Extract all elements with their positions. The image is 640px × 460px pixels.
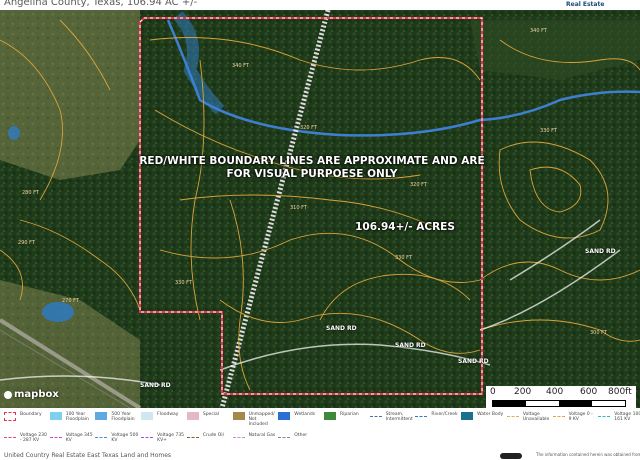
legend-fill-swatch (186, 412, 199, 420)
legend-fill-swatch (49, 412, 62, 420)
mapbox-icon (4, 390, 12, 399)
legend-label: Water Body (477, 412, 504, 417)
legend-label: Voltage 0 - 9 KV (568, 412, 593, 422)
legend-label: Other (294, 433, 308, 438)
legend-fill-swatch (232, 412, 245, 420)
contour-label: 340 FT (232, 63, 249, 69)
legend-fill-swatch (95, 412, 108, 420)
legend-label: Riparian (340, 412, 359, 417)
map-header: Angelina County, Texas, 106.94 AC +/- Re… (0, 0, 640, 10)
legend-label: Wetlands (294, 412, 316, 417)
contour-label: 330 FT (175, 280, 192, 286)
legend-label: Voltage 100 161 KV (614, 412, 640, 422)
road-label: SAND RD (395, 342, 426, 349)
contour-label: 340 FT (530, 28, 547, 34)
legend-line-swatch (598, 416, 611, 417)
legend-label: 100 Year Floodplain (65, 412, 89, 422)
legend-label: Crude Oil (202, 433, 224, 438)
map-svg (0, 0, 640, 408)
legend-label: Voltage 735 KV+ (157, 433, 185, 443)
legend-boundary-swatch (4, 412, 16, 421)
legend-label: River/Creek (431, 412, 458, 417)
legend-pattern-swatch (278, 412, 291, 420)
legend-label: Voltage 500 KV (111, 433, 139, 443)
legend-fill-swatch (461, 412, 474, 420)
scale-tick: 600 (580, 387, 598, 397)
legend-line-swatch (232, 437, 245, 438)
road-label: SAND RD (458, 358, 489, 365)
scale-tick: 400 (546, 387, 564, 397)
legend-line-swatch (95, 437, 108, 438)
pond-small (8, 126, 20, 140)
footer-badge (500, 453, 522, 459)
contour-label: 320 FT (300, 125, 317, 131)
acreage-label: 106.94+/- ACRES (355, 221, 455, 233)
legend-label: Unmapped/ Not Included (248, 412, 275, 427)
legend-line-swatch (186, 437, 199, 438)
scale-tick: 800ft (608, 387, 632, 397)
legend-line-swatch (49, 437, 62, 438)
legend-label: Natural Gas (248, 433, 276, 438)
legend-pattern-swatch (324, 412, 336, 420)
map-footer: United Country Real Estate East Texas La… (0, 452, 640, 460)
contour-label: 270 FT (62, 298, 79, 304)
scale-tick: 0 (490, 387, 496, 397)
legend-label: Boundary (20, 412, 42, 417)
scale-bar-graphic (492, 400, 626, 407)
legend-line-swatch (278, 437, 291, 438)
contour-label: 320 FT (410, 182, 427, 188)
map-legend: Boundary 100 Year Floodplain 500 Year Floo… (0, 408, 640, 452)
legend-label: Voltage 230 - 287 KV (20, 433, 47, 443)
legend-line-swatch (506, 416, 519, 417)
contour-label: 290 FT (18, 240, 35, 246)
scale-tick: 200 (514, 387, 532, 397)
contour-label: 280 FT (22, 190, 39, 196)
legend-line-swatch (141, 437, 154, 438)
pond (42, 302, 74, 322)
road-label: SAND RD (140, 382, 171, 389)
legend-label: Voltage Unavailable (522, 412, 550, 422)
scale-bar: 0 200 400 600 800ft (486, 386, 636, 408)
pasture-area (0, 10, 140, 180)
legend-fill-swatch (141, 412, 154, 420)
mapbox-logo[interactable]: mapbox (4, 389, 59, 400)
legend-label: Stream, Intermittent (385, 412, 413, 422)
map-title: Angelina County, Texas, 106.94 AC +/- (4, 0, 198, 8)
map-canvas[interactable]: RED/WHITE BOUNDARY LINES ARE APPROXIMATE… (0, 0, 640, 408)
contour-label: 310 FT (290, 205, 307, 211)
legend-label: Special (202, 412, 220, 417)
legend-line-swatch (369, 416, 382, 417)
contour-label: 330 FT (540, 128, 557, 134)
road-label: SAND RD (326, 325, 357, 332)
footer-disclaimer: The information contained herein was obt… (536, 452, 640, 457)
contour-label: 330 FT (395, 255, 412, 261)
legend-line-swatch (552, 416, 565, 417)
brand-logo: Real Estate (566, 0, 640, 10)
legend-label: Floodway (157, 412, 179, 417)
legend-line-swatch (415, 416, 428, 417)
legend-label: 500 Year Floodplain (111, 412, 135, 422)
legend-label: Voltage 345 KV (65, 433, 93, 443)
road-label: SAND RD (585, 248, 616, 255)
contour-label: 300 FT (590, 330, 607, 336)
boundary-disclaimer: RED/WHITE BOUNDARY LINES ARE APPROXIMATE… (139, 155, 485, 180)
footer-text: United Country Real Estate East Texas La… (4, 452, 172, 459)
legend-line-swatch (4, 437, 16, 438)
